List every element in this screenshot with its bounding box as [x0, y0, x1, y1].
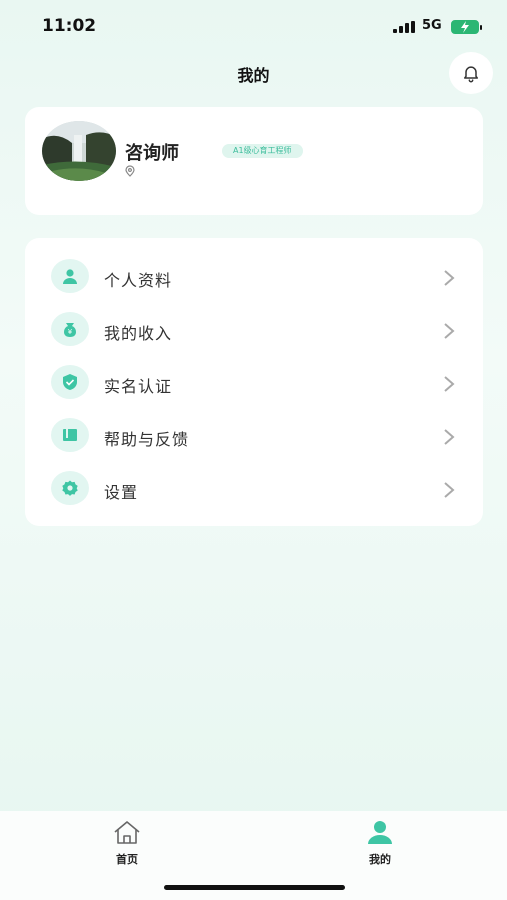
user-icon	[368, 821, 392, 844]
menu-item-help-feedback[interactable]: 帮助与反馈	[25, 415, 483, 459]
signal-icon	[393, 21, 415, 33]
tab-mine[interactable]: 我的	[350, 819, 410, 867]
chevron-right-icon	[444, 429, 455, 445]
tab-label: 首页	[116, 853, 138, 866]
menu-item-label: 我的收入	[104, 324, 173, 343]
status-time: 11:02	[42, 16, 97, 36]
chevron-right-icon	[444, 270, 455, 286]
tab-home[interactable]: 首页	[97, 819, 157, 867]
svg-text:¥: ¥	[68, 328, 73, 336]
profile-card[interactable]: 咨询师 A1级心育工程师	[25, 107, 483, 215]
menu-item-settings[interactable]: 设置	[25, 468, 483, 512]
menu-item-label: 实名认证	[104, 377, 173, 396]
status-bar: 11:02 5G	[0, 0, 507, 52]
page-title: 我的	[237, 66, 270, 85]
notification-button[interactable]	[449, 52, 493, 94]
shield-check-icon	[51, 365, 89, 399]
gear-icon	[51, 471, 89, 505]
person-icon	[51, 259, 89, 293]
home-icon	[114, 821, 140, 844]
menu-item-label: 个人资料	[104, 271, 173, 290]
menu-item-profile-info[interactable]: 个人资料	[25, 256, 483, 300]
menu-item-label: 帮助与反馈	[104, 430, 190, 449]
chevron-right-icon	[444, 323, 455, 339]
book-icon	[51, 418, 89, 452]
chevron-right-icon	[444, 482, 455, 498]
chevron-right-icon	[444, 376, 455, 392]
menu-item-label: 设置	[104, 483, 139, 502]
bell-icon	[464, 66, 478, 83]
battery-icon	[451, 20, 482, 34]
avatar[interactable]	[42, 121, 116, 181]
menu-item-income[interactable]: ¥ 我的收入	[25, 309, 483, 353]
network-type: 5G	[422, 18, 442, 33]
level-badge: A1级心育工程师	[222, 144, 303, 158]
menu-item-verification[interactable]: 实名认证	[25, 362, 483, 406]
income-icon: ¥	[51, 312, 89, 346]
home-indicator	[164, 885, 345, 890]
user-name: 咨询师	[125, 143, 179, 164]
tab-label: 我的	[369, 853, 391, 866]
location-icon	[125, 165, 135, 177]
menu-card: 个人资料 ¥ 我的收入 实名认证 帮助与反馈 设置	[25, 238, 483, 526]
